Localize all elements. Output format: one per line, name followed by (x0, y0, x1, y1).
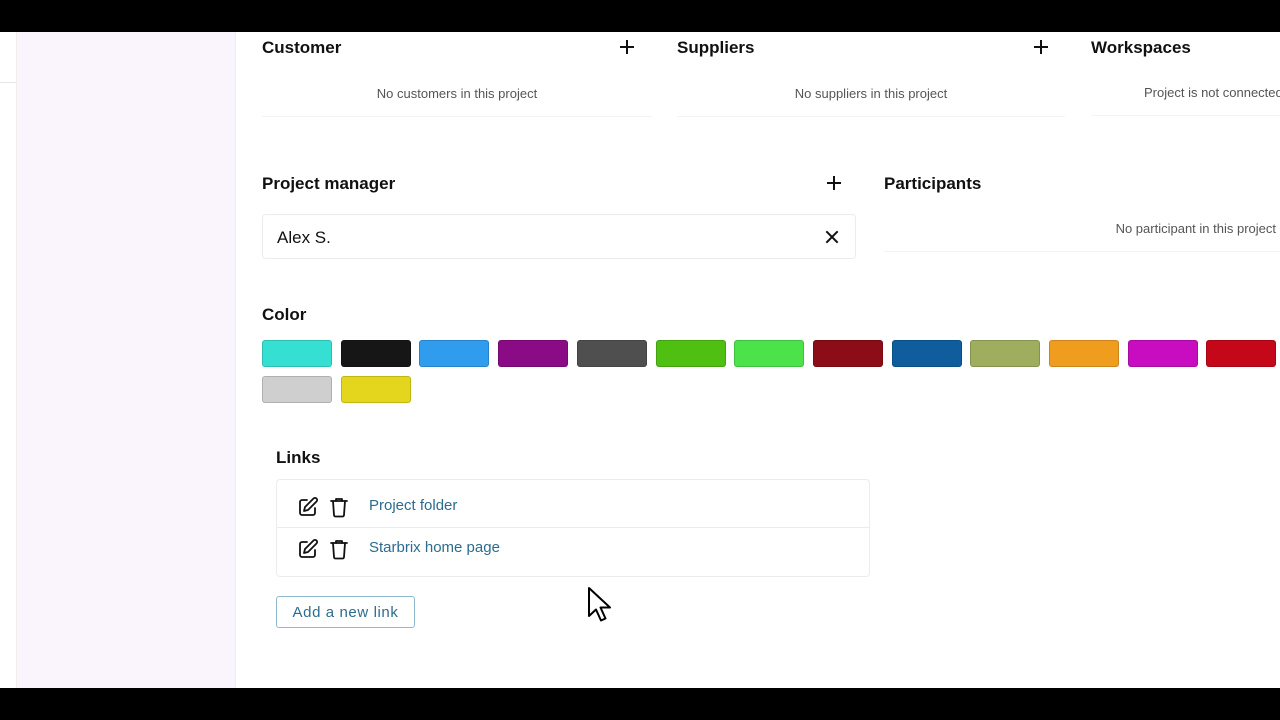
workspaces-title: Workspaces (1091, 38, 1191, 57)
add-customer-plus-icon[interactable] (617, 37, 637, 57)
trash-icon[interactable] (328, 496, 350, 518)
color-swatch[interactable] (498, 340, 569, 367)
link-project-folder[interactable]: Project folder (369, 497, 457, 514)
add-supplier-plus-icon[interactable] (1031, 37, 1051, 57)
link-starbrix-home-page[interactable]: Starbrix home page (369, 539, 500, 556)
app-frame: Customer No customers in this project Su… (0, 32, 1280, 688)
mouse-pointer-icon (588, 587, 611, 622)
trash-icon[interactable] (328, 538, 350, 560)
edit-icon[interactable] (297, 538, 319, 560)
close-icon[interactable] (823, 228, 841, 246)
color-swatch[interactable] (1206, 340, 1277, 367)
links-list: Project folder Starbrix home page (276, 479, 870, 577)
project-manager-name: Alex S. (277, 228, 331, 247)
edit-icon[interactable] (297, 496, 319, 518)
color-title: Color (262, 305, 307, 324)
link-row: Starbrix home page (277, 527, 869, 568)
suppliers-empty-text: No suppliers in this project (677, 70, 1065, 117)
color-swatch[interactable] (734, 340, 805, 367)
participants-empty-text: No participant in this project (884, 206, 1280, 252)
color-swatch[interactable] (262, 376, 332, 403)
color-swatch[interactable] (655, 340, 726, 367)
links-title: Links (276, 448, 321, 467)
add-manager-plus-icon[interactable] (824, 173, 844, 193)
suppliers-title: Suppliers (677, 38, 755, 57)
left-edge-panel (0, 32, 17, 688)
add-new-link-button[interactable]: Add a new link (276, 596, 415, 628)
customer-title: Customer (262, 38, 342, 57)
color-swatch[interactable] (891, 340, 962, 367)
color-swatch[interactable] (419, 340, 490, 367)
color-swatch[interactable] (340, 340, 411, 367)
project-manager-field[interactable]: Alex S. (262, 214, 856, 259)
workspaces-empty-text: Project is not connected (1091, 70, 1280, 116)
sidebar (17, 32, 236, 688)
link-row: Project folder (277, 486, 869, 526)
color-swatch[interactable] (1127, 340, 1198, 367)
color-swatch[interactable] (262, 340, 332, 367)
color-swatch[interactable] (576, 340, 647, 367)
color-swatch[interactable] (970, 340, 1041, 367)
project-manager-title: Project manager (262, 174, 396, 193)
customer-empty-text: No customers in this project (262, 70, 652, 117)
color-swatch[interactable] (1049, 340, 1119, 367)
color-swatch[interactable] (340, 376, 411, 403)
participants-title: Participants (884, 174, 982, 193)
color-swatch[interactable] (812, 340, 883, 367)
